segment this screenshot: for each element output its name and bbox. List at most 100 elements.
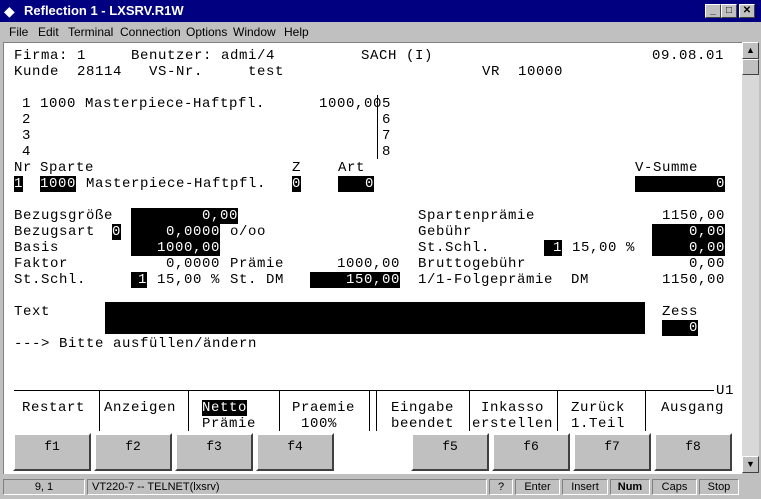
text-label: Text (14, 304, 51, 320)
bruttogebuehr-label: Bruttogebühr (418, 256, 527, 272)
stschl-label: St.Schl. (14, 272, 87, 288)
basis-label: Basis (14, 240, 60, 256)
menu-terminal[interactable]: Terminal (68, 25, 113, 39)
softkey-divider (188, 391, 189, 431)
bezugsart-code-field[interactable]: 0 (112, 224, 122, 240)
softkey-eingabe[interactable]: Eingabe (391, 400, 454, 416)
softkey-restart[interactable]: Restart (22, 400, 85, 416)
vertical-scrollbar[interactable]: ▲ ▼ (742, 42, 759, 473)
scroll-down-icon[interactable]: ▼ (742, 456, 759, 473)
stschl-code-field[interactable]: 1 (131, 272, 147, 288)
softkey-inkasso-line2: erstellen (472, 416, 554, 432)
close-button[interactable]: ✕ (739, 4, 755, 18)
praemie-value: 1000,00 (336, 256, 400, 272)
faktor-value: 0,0000 (165, 256, 220, 272)
title-bar: ◆ Reflection 1 - LXSRV.R1W _ □ ✕ (0, 0, 761, 22)
num-indicator: Num (610, 479, 650, 495)
maximize-button[interactable]: □ (721, 4, 737, 18)
bezugsgroesse-field[interactable]: 0,00 (131, 208, 238, 224)
menu-connection[interactable]: Connection (120, 25, 181, 39)
spartenpraemie-value: 1150,00 (661, 208, 725, 224)
softkey-zurueck-line2: 1.Teil (571, 416, 626, 432)
sparten-right-8: 8 (382, 144, 392, 160)
app-icon[interactable]: ◆ (4, 3, 20, 19)
stop-indicator: Stop (699, 479, 739, 495)
header-nr: Nr (14, 160, 33, 176)
r-stschl-label: St.Schl. (418, 240, 491, 256)
screen-id: U1 (716, 383, 735, 399)
f5-button[interactable]: f5 (411, 433, 489, 471)
scroll-up-icon[interactable]: ▲ (742, 42, 759, 59)
kunde-line: Kunde 28114 VS-Nr. test (14, 64, 285, 80)
r-stschl-percent: 15,00 % (572, 240, 636, 256)
f3-button[interactable]: f3 (175, 433, 253, 471)
menu-options[interactable]: Options (186, 25, 227, 39)
folgepraemie-label: 1/1-Folgeprämie DM (418, 272, 590, 288)
f8-button[interactable]: f8 (654, 433, 732, 471)
minimize-button[interactable]: _ (705, 4, 721, 18)
softkey-divider (645, 391, 646, 431)
softkey-praemie-line2: 100% (301, 416, 338, 432)
f1-label: f1 (44, 439, 60, 454)
row-v-summe-field[interactable]: 0 (635, 176, 725, 192)
softkey-netto-line2: Prämie (202, 416, 257, 432)
softkey-ausgang[interactable]: Ausgang (661, 400, 724, 416)
insert-indicator: Insert (562, 479, 608, 495)
row-code-field[interactable]: 1000 (40, 176, 77, 192)
softkey-inkasso[interactable]: Inkasso (481, 400, 544, 416)
softkey-divider (557, 391, 558, 431)
f7-button[interactable]: f7 (573, 433, 651, 471)
f4-label: f4 (287, 439, 303, 454)
scroll-thumb[interactable] (742, 59, 759, 75)
softkey-anzeigen[interactable]: Anzeigen (104, 400, 176, 416)
row-nr-field[interactable]: 1 (14, 176, 24, 192)
gebuehr-field[interactable]: 0,00 (652, 224, 725, 240)
softkey-praemie[interactable]: Praemie (292, 400, 355, 416)
f6-label: f6 (523, 439, 539, 454)
softkey-divider (469, 391, 470, 431)
row-z-field[interactable]: 0 (292, 176, 302, 192)
terminal-screen[interactable]: Firma: 1 Benutzer: admi/4 SACH (I) 09.08… (3, 42, 742, 474)
bezugsart-label: Bezugsart (14, 224, 96, 240)
bezugsgroesse-label: Bezugsgröße (14, 208, 114, 224)
sparten-right-6: 6 (382, 112, 392, 128)
stschl-percent: 15,00 % (157, 272, 221, 288)
r-stschl-code-field[interactable]: 1 (544, 240, 562, 256)
f7-label: f7 (604, 439, 620, 454)
help-indicator[interactable]: ? (489, 479, 513, 495)
softkey-divider (376, 391, 377, 431)
menu-window[interactable]: Window (233, 25, 276, 39)
f6-button[interactable]: f6 (492, 433, 570, 471)
sparten-right-7: 7 (382, 128, 392, 144)
menu-help[interactable]: Help (284, 25, 309, 39)
text-input-field[interactable] (105, 302, 645, 334)
f1-button[interactable]: f1 (13, 433, 91, 471)
gebuehr-label: Gebühr (418, 224, 473, 240)
basis-field[interactable]: 1000,00 (131, 240, 220, 256)
f4-button[interactable]: f4 (256, 433, 334, 471)
menu-file[interactable]: File (9, 25, 28, 39)
header-v-summe: V-Summe (635, 160, 699, 176)
softkey-zurueck[interactable]: Zurück (571, 400, 625, 416)
st-dm-field[interactable]: 150,00 (310, 272, 400, 288)
folgepraemie-value: 1150,00 (661, 272, 725, 288)
row-art-field[interactable]: 0 (338, 176, 374, 192)
status-bar: 9, 1 VT220-7 -- TELNET(lxsrv) ? Enter In… (0, 476, 761, 499)
softkey-top-line (14, 390, 714, 391)
menu-edit[interactable]: Edit (38, 25, 59, 39)
row-name: Masterpiece-Haftpfl. (86, 176, 267, 192)
bruttogebuehr-value: 0,00 (688, 256, 725, 272)
caps-indicator: Caps (652, 479, 697, 495)
sparten-divider (377, 95, 378, 159)
header-z: Z (292, 160, 302, 176)
praemie-label: Prämie (230, 256, 285, 272)
softkey-netto[interactable]: Netto (202, 400, 248, 416)
r-stschl-field[interactable]: 0,00 (652, 240, 725, 256)
f3-label: f3 (206, 439, 222, 454)
enter-indicator: Enter (515, 479, 560, 495)
sparten-right-5: 5 (382, 96, 392, 112)
bezugsart-field[interactable]: 0,0000 (131, 224, 220, 240)
window-title: Reflection 1 - LXSRV.R1W (24, 3, 184, 18)
f2-button[interactable]: f2 (94, 433, 172, 471)
zess-field[interactable]: 0 (662, 320, 698, 336)
